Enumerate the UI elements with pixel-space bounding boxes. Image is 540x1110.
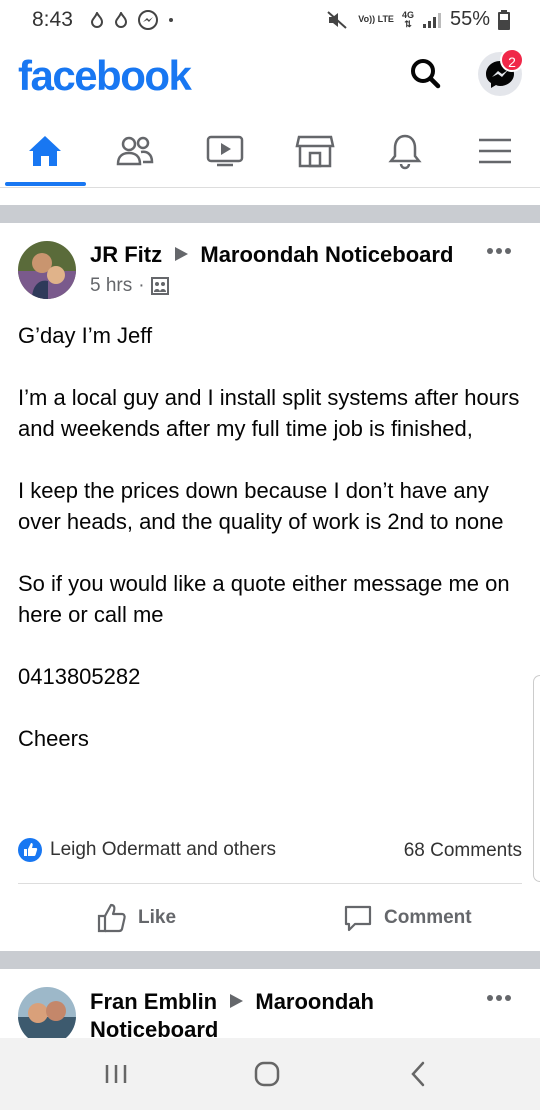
reactions-summary[interactable]: Leigh Odermatt and others — [18, 838, 276, 862]
post-text: G’day I’m Jeff I’m a local guy and I ins… — [18, 320, 523, 785]
scroll-indicator[interactable] — [533, 675, 540, 882]
battery-icon — [498, 9, 510, 30]
like-button[interactable]: Like — [96, 900, 176, 936]
bell-icon — [388, 134, 422, 169]
post-author[interactable]: JR Fitz — [90, 242, 162, 267]
post-paragraph: I’m a local guy and I install split syst… — [18, 385, 520, 441]
arrow-right-icon — [175, 247, 189, 261]
signal-icon — [422, 12, 441, 28]
dot-icon — [169, 18, 173, 22]
avatar[interactable] — [18, 987, 76, 1045]
tab-home[interactable] — [0, 114, 90, 187]
volte-indicator: Vo)) LTE — [358, 14, 394, 24]
comment-button[interactable]: Comment — [342, 900, 472, 936]
home-icon — [29, 135, 61, 166]
post-author[interactable]: Fran Emblin — [90, 989, 217, 1014]
home-circle-icon — [254, 1061, 280, 1087]
messenger-badge: 2 — [500, 48, 524, 72]
post-meta: 5 hrs · — [90, 275, 169, 297]
video-icon — [206, 135, 244, 166]
tab-marketplace[interactable] — [270, 114, 360, 187]
arrow-right-icon — [230, 994, 244, 1008]
tab-notifications[interactable] — [360, 114, 450, 187]
tab-menu[interactable] — [450, 114, 540, 187]
search-button[interactable] — [406, 54, 446, 94]
post-options-button[interactable] — [486, 983, 512, 1009]
hamburger-icon — [479, 138, 511, 163]
status-bar: 8:43 Vo)) LTE 4G ⇅ 55% — [0, 0, 540, 40]
battery-percent: 55% — [449, 8, 490, 30]
status-notification-icons — [90, 10, 174, 30]
post-header: JR Fitz Maroondah Noticeboard — [90, 242, 453, 268]
main-tabs — [0, 114, 540, 188]
feed-separator — [0, 205, 540, 223]
tab-friends[interactable] — [90, 114, 180, 187]
post-group[interactable]: Maroondah Noticeboard — [200, 242, 453, 267]
recent-apps-button[interactable] — [76, 1038, 156, 1110]
feed-separator — [0, 951, 540, 969]
post-paragraph: G’day I’m Jeff — [18, 323, 153, 348]
active-tab-indicator — [5, 182, 86, 186]
post-group[interactable]: Maroondah — [255, 989, 374, 1014]
search-icon — [411, 59, 441, 89]
comment-label: Comment — [384, 907, 472, 928]
app-header: facebook 2 — [0, 40, 540, 114]
post-paragraph: I keep the prices down because I don’t h… — [18, 478, 504, 534]
post-header: Fran Emblin Maroondah Noticeboard — [90, 988, 470, 1044]
comment-icon — [344, 905, 372, 932]
post-paragraph: So if you would like a quote either mess… — [18, 571, 510, 627]
flame-notification-icon — [114, 12, 128, 28]
status-time: 8:43 — [32, 8, 73, 31]
profile-photo-icon — [18, 987, 76, 1045]
status-right: Vo)) LTE 4G ⇅ 55% — [326, 8, 510, 31]
friends-icon — [116, 136, 154, 165]
post-options-button[interactable] — [486, 236, 512, 262]
thumbs-up-icon — [97, 903, 126, 933]
back-button[interactable] — [378, 1038, 458, 1110]
comments-count[interactable]: 68 Comments — [404, 840, 522, 862]
more-icon — [487, 995, 511, 1001]
phone-number[interactable]: 0413805282 — [18, 661, 523, 692]
meta-dot: · — [138, 275, 145, 296]
mute-icon — [327, 10, 347, 29]
back-icon — [411, 1061, 425, 1087]
flame-notification-icon — [90, 12, 104, 28]
network-type: 4G ⇅ — [401, 9, 414, 29]
tab-watch[interactable] — [180, 114, 270, 187]
like-label: Like — [138, 907, 177, 928]
system-nav-bar — [0, 1038, 540, 1110]
like-reaction-icon — [18, 838, 42, 862]
recent-apps-icon — [105, 1065, 127, 1083]
post-time[interactable]: 5 hrs — [90, 275, 132, 297]
more-icon — [487, 248, 511, 254]
post-paragraph: Cheers — [18, 726, 89, 751]
store-icon — [295, 135, 335, 167]
avatar[interactable] — [18, 241, 76, 299]
facebook-logo[interactable]: facebook — [18, 52, 192, 100]
profile-photo-icon — [18, 241, 76, 299]
group-privacy-icon — [150, 277, 169, 295]
home-system-button[interactable] — [227, 1038, 307, 1110]
messenger-notification-icon — [138, 10, 158, 30]
post-divider — [18, 883, 522, 884]
reactions-text: Leigh Odermatt and others — [50, 839, 277, 860]
